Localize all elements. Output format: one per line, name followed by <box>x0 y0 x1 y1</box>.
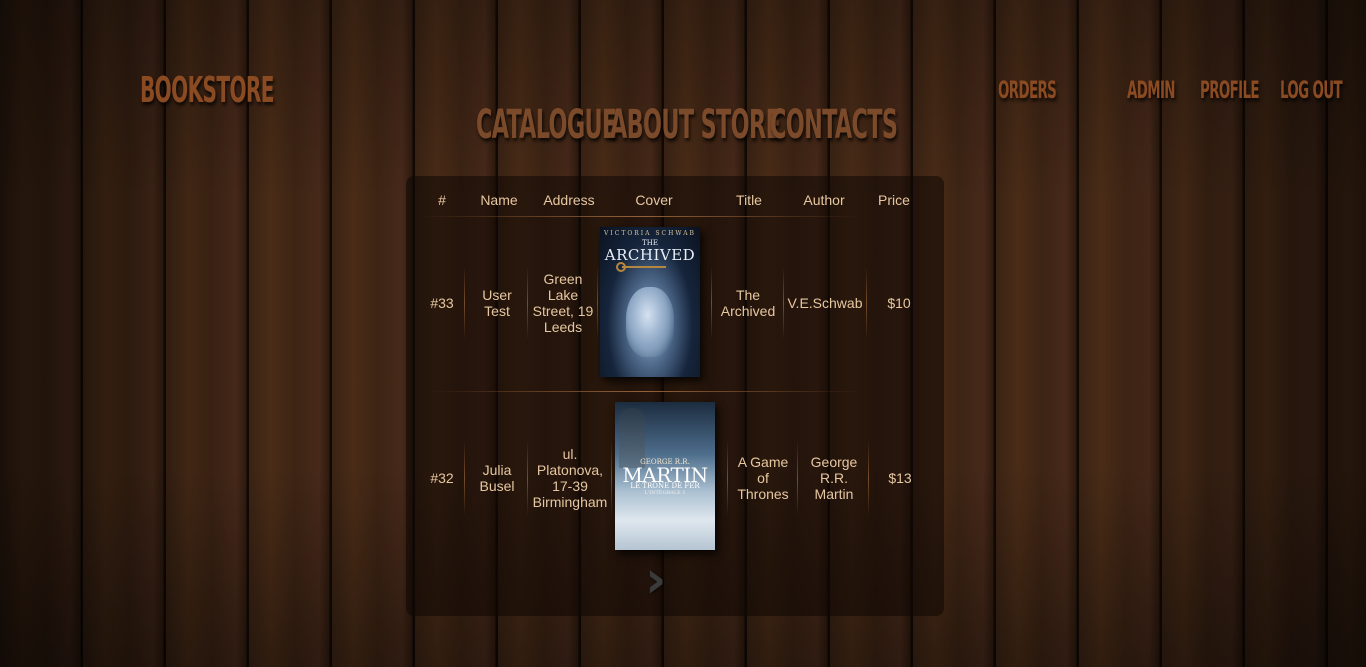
book-price: $13 <box>888 470 912 486</box>
column-header-author: Author <box>803 192 845 208</box>
book-price: $10 <box>887 295 911 311</box>
nav-catalogue[interactable]: CATALOGUE <box>476 102 617 148</box>
nav-orders[interactable]: ORDERS <box>998 76 1057 104</box>
book-title: A Game of Thrones <box>737 454 789 502</box>
column-divider <box>866 266 867 340</box>
nav-log-out[interactable]: LOG OUT <box>1280 76 1343 104</box>
face-illustration <box>626 287 674 357</box>
column-divider <box>868 440 869 516</box>
cover-volume-text: L'INTÉGRALE 1 <box>644 490 686 496</box>
column-divider <box>727 440 728 516</box>
column-header-title: Title <box>736 192 762 208</box>
column-header-price: Price <box>878 192 910 208</box>
cover-author-text: VICTORIA SCHWAB <box>604 230 696 237</box>
column-divider <box>611 440 612 516</box>
key-ring-shape <box>616 262 626 272</box>
customer-address: Green Lake Street, 19 Leeds <box>532 271 594 335</box>
column-header-number: # <box>438 192 446 208</box>
key-icon <box>622 266 666 268</box>
customer-address: ul. Platonova, 17-39 Birmingham <box>532 446 608 510</box>
column-header-address: Address <box>543 192 595 208</box>
nav-admin[interactable]: ADMIN <box>1127 76 1176 104</box>
column-divider <box>597 266 598 340</box>
column-header-name: Name <box>480 192 518 208</box>
row-divider <box>430 391 860 392</box>
book-author: V.E.Schwab <box>787 295 863 311</box>
header-divider <box>420 216 860 217</box>
nav-contacts[interactable]: CONTACTS <box>770 102 898 148</box>
column-divider <box>711 266 712 340</box>
customer-name: Julia Busel <box>479 462 515 494</box>
book-title: The Archived <box>720 287 776 319</box>
column-divider <box>464 266 465 340</box>
column-header-cover: Cover <box>635 192 673 208</box>
book-author: George R.R. Martin <box>810 454 858 502</box>
chevron-right-icon[interactable]: › <box>645 554 675 606</box>
store-logo[interactable]: BOOKSTORE <box>140 70 274 111</box>
customer-name: User Test <box>482 287 512 319</box>
cover-subtitle: LE TRÔNE DE FER <box>630 482 700 490</box>
column-divider <box>783 266 784 340</box>
column-divider <box>464 440 465 516</box>
nav-profile[interactable]: PROFILE <box>1200 76 1260 104</box>
book-cover-image[interactable]: VICTORIA SCHWAB THE ARCHIVED <box>600 227 700 377</box>
book-cover-image[interactable]: GEORGE R.R. MARTIN LE TRÔNE DE FER L'INT… <box>615 402 715 550</box>
column-divider <box>797 440 798 516</box>
order-id: #33 <box>430 295 454 311</box>
column-divider <box>527 266 528 340</box>
column-divider <box>527 440 528 516</box>
order-id: #32 <box>430 470 454 486</box>
nav-about-store[interactable]: ABOUT STORE <box>610 102 781 148</box>
cover-title-big: ARCHIVED <box>604 246 696 264</box>
